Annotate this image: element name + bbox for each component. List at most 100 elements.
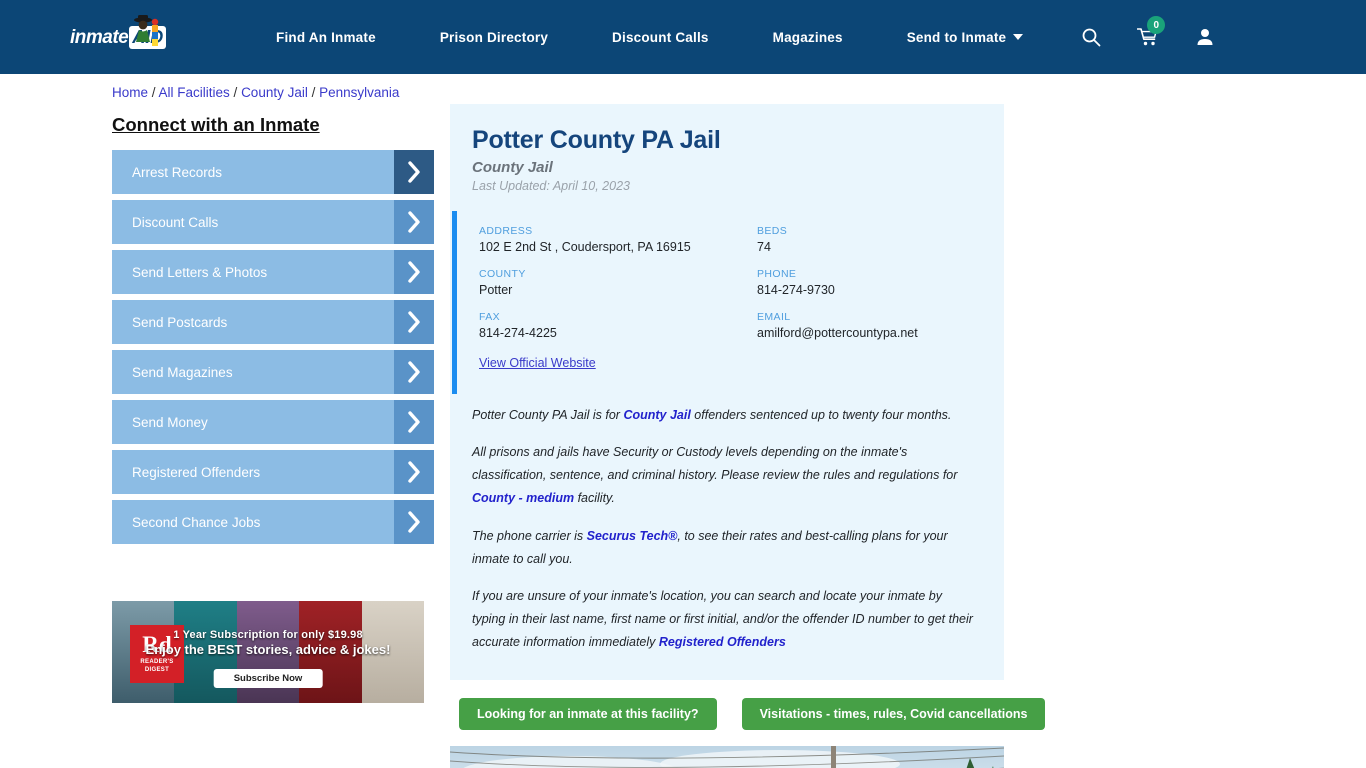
find-inmate-button[interactable]: Looking for an inmate at this facility? — [459, 698, 717, 731]
ad-headline: 1 Year Subscription for only $19.98 — [173, 629, 363, 641]
facility-header: Potter County PA Jail County Jail Last U… — [450, 126, 1004, 193]
chevron-right-icon — [394, 250, 434, 294]
view-official-website-link[interactable]: View Official Website — [479, 356, 596, 370]
sidebar-item-second-chance-jobs[interactable]: Second Chance Jobs — [112, 500, 434, 544]
description-paragraph-2: All prisons and jails have Security or C… — [472, 441, 978, 510]
sidebar-item-send-postcards[interactable]: Send Postcards — [112, 300, 434, 344]
nav-discount-calls[interactable]: Discount Calls — [580, 30, 741, 45]
chevron-right-icon — [394, 200, 434, 244]
site-logo[interactable]: inmate AID — [70, 15, 190, 57]
rd-sub: READER'S DIGEST — [140, 659, 174, 673]
ad-copy: 1 Year Subscription for only $19.98 Enjo… — [112, 629, 424, 657]
detail-phone: PHONE 814-274-9730 — [757, 268, 1004, 297]
sidebar-item-label: Registered Offenders — [132, 464, 261, 480]
nav-find-an-inmate[interactable]: Find An Inmate — [244, 30, 408, 45]
desc-p2-text-a: All prisons and jails have Security or C… — [472, 445, 958, 483]
desc-p3-link-securus-tech[interactable]: Securus Tech® — [587, 529, 678, 543]
desc-p3-text-a: The phone carrier is — [472, 528, 587, 543]
chevron-right-icon — [394, 300, 434, 344]
chevron-right-icon — [394, 350, 434, 394]
breadcrumb: Home / All Facilities / County Jail / Pe… — [112, 85, 399, 100]
sidebar-item-send-magazines[interactable]: Send Magazines — [112, 350, 434, 394]
chevron-down-icon — [1013, 34, 1024, 40]
facility-type: County Jail — [472, 159, 553, 176]
breadcrumb-all-facilities[interactable]: All Facilities — [159, 85, 230, 100]
header-icon-group: 0 — [1081, 16, 1215, 47]
chevron-right-icon — [394, 400, 434, 444]
detail-label: BEDS — [757, 225, 788, 237]
sidebar-item-discount-calls[interactable]: Discount Calls — [112, 200, 434, 244]
detail-beds: BEDS 74 — [757, 225, 1004, 254]
description-paragraph-4: If you are unsure of your inmate's locat… — [472, 585, 978, 654]
logo-text-inmate: inmate — [70, 26, 129, 48]
logo-person-icon — [134, 15, 159, 46]
breadcrumb-county-jail[interactable]: County Jail — [241, 85, 308, 100]
detail-label: COUNTY — [479, 268, 526, 280]
site-header: inmate AID Find An Inmate Prison Directo… — [0, 0, 1366, 74]
detail-label: EMAIL — [757, 311, 791, 323]
sidebar-item-label: Send Money — [132, 414, 208, 430]
sidebar-item-label: Send Magazines — [132, 364, 233, 380]
ad-subscribe-button[interactable]: Subscribe Now — [213, 669, 323, 688]
sidebar-item-label: Discount Calls — [132, 214, 219, 230]
nav-send-to-inmate-label: Send to Inmate — [906, 29, 1007, 45]
desc-p2-link-county-medium[interactable]: County - medium — [472, 491, 574, 505]
description-paragraph-1: Potter County PA Jail is for County Jail… — [472, 404, 978, 427]
detail-value: 74 — [757, 240, 771, 254]
nav-send-to-inmate[interactable]: Send to Inmate — [875, 30, 1056, 45]
desc-p1-text-a: Potter County PA Jail is for — [472, 408, 624, 422]
facility-description: Potter County PA Jail is for County Jail… — [450, 394, 1004, 681]
detail-value: amilford@pottercountypa.net — [757, 326, 918, 340]
ad-subheadline: Enjoy the BEST stories, advice & jokes! — [145, 642, 391, 657]
breadcrumb-home[interactable]: Home — [112, 85, 148, 100]
user-icon[interactable] — [1195, 27, 1215, 47]
description-paragraph-3: The phone carrier is Securus Tech®, to s… — [472, 525, 978, 571]
breadcrumb-separator: / — [148, 85, 159, 100]
sidebar-item-send-letters-photos[interactable]: Send Letters & Photos — [112, 250, 434, 294]
main-content: Potter County PA Jail County Jail Last U… — [450, 104, 1046, 768]
sidebar: Connect with an Inmate Arrest Records Di… — [112, 114, 434, 550]
detail-fax: FAX 814-274-4225 — [479, 311, 757, 340]
cart-icon[interactable]: 0 — [1137, 16, 1166, 47]
cart-count-badge: 0 — [1147, 16, 1166, 34]
sidebar-item-arrest-records[interactable]: Arrest Records — [112, 150, 434, 194]
facility-photo — [450, 746, 1004, 768]
detail-value: 102 E 2nd St , Coudersport, PA 16915 — [479, 240, 691, 254]
facility-details-grid: ADDRESS 102 E 2nd St , Coudersport, PA 1… — [479, 225, 1004, 340]
breadcrumb-pennsylvania[interactable]: Pennsylvania — [319, 85, 399, 100]
desc-p1-text-b: offenders sentenced up to twenty four mo… — [690, 408, 952, 422]
sidebar-item-registered-offenders[interactable]: Registered Offenders — [112, 450, 434, 494]
sidebar-item-label: Send Letters & Photos — [132, 264, 268, 280]
nav-prison-directory[interactable]: Prison Directory — [408, 30, 580, 45]
desc-p4-link-registered-offenders[interactable]: Registered Offenders — [659, 635, 786, 649]
detail-value: 814-274-4225 — [479, 326, 557, 340]
detail-value: Potter — [479, 283, 513, 297]
page-title: Potter County PA Jail — [472, 126, 721, 154]
breadcrumb-separator: / — [229, 85, 242, 100]
chevron-right-icon — [394, 500, 434, 544]
sidebar-item-label: Send Postcards — [132, 314, 228, 330]
facility-photo-image — [450, 746, 1004, 768]
facility-details: ADDRESS 102 E 2nd St , Coudersport, PA 1… — [452, 211, 1004, 394]
desc-p2-text-b: facility. — [574, 491, 615, 506]
main-navigation: Find An Inmate Prison Directory Discount… — [244, 30, 1055, 45]
desc-p1-link-county-jail[interactable]: County Jail — [623, 408, 690, 422]
sidebar-item-label: Arrest Records — [132, 164, 223, 180]
breadcrumb-separator: / — [307, 85, 320, 100]
detail-county: COUNTY Potter — [479, 268, 757, 297]
cta-row: Looking for an inmate at this facility? … — [450, 698, 1046, 731]
search-icon[interactable] — [1081, 27, 1101, 47]
facility-last-updated: Last Updated: April 10, 2023 — [472, 179, 630, 193]
detail-label: FAX — [479, 311, 501, 323]
detail-address: ADDRESS 102 E 2nd St , Coudersport, PA 1… — [479, 225, 757, 254]
readers-digest-ad[interactable]: Rd READER'S DIGEST 1 Year Subscription f… — [112, 601, 424, 703]
sidebar-title[interactable]: Connect with an Inmate — [112, 114, 320, 136]
detail-label: ADDRESS — [479, 225, 533, 237]
detail-label: PHONE — [757, 268, 797, 280]
nav-magazines[interactable]: Magazines — [741, 30, 875, 45]
chevron-right-icon — [394, 150, 434, 194]
visitations-button[interactable]: Visitations - times, rules, Covid cancel… — [741, 698, 1046, 731]
sidebar-item-label: Second Chance Jobs — [132, 514, 261, 530]
detail-value: 814-274-9730 — [757, 283, 835, 297]
sidebar-item-send-money[interactable]: Send Money — [112, 400, 434, 444]
